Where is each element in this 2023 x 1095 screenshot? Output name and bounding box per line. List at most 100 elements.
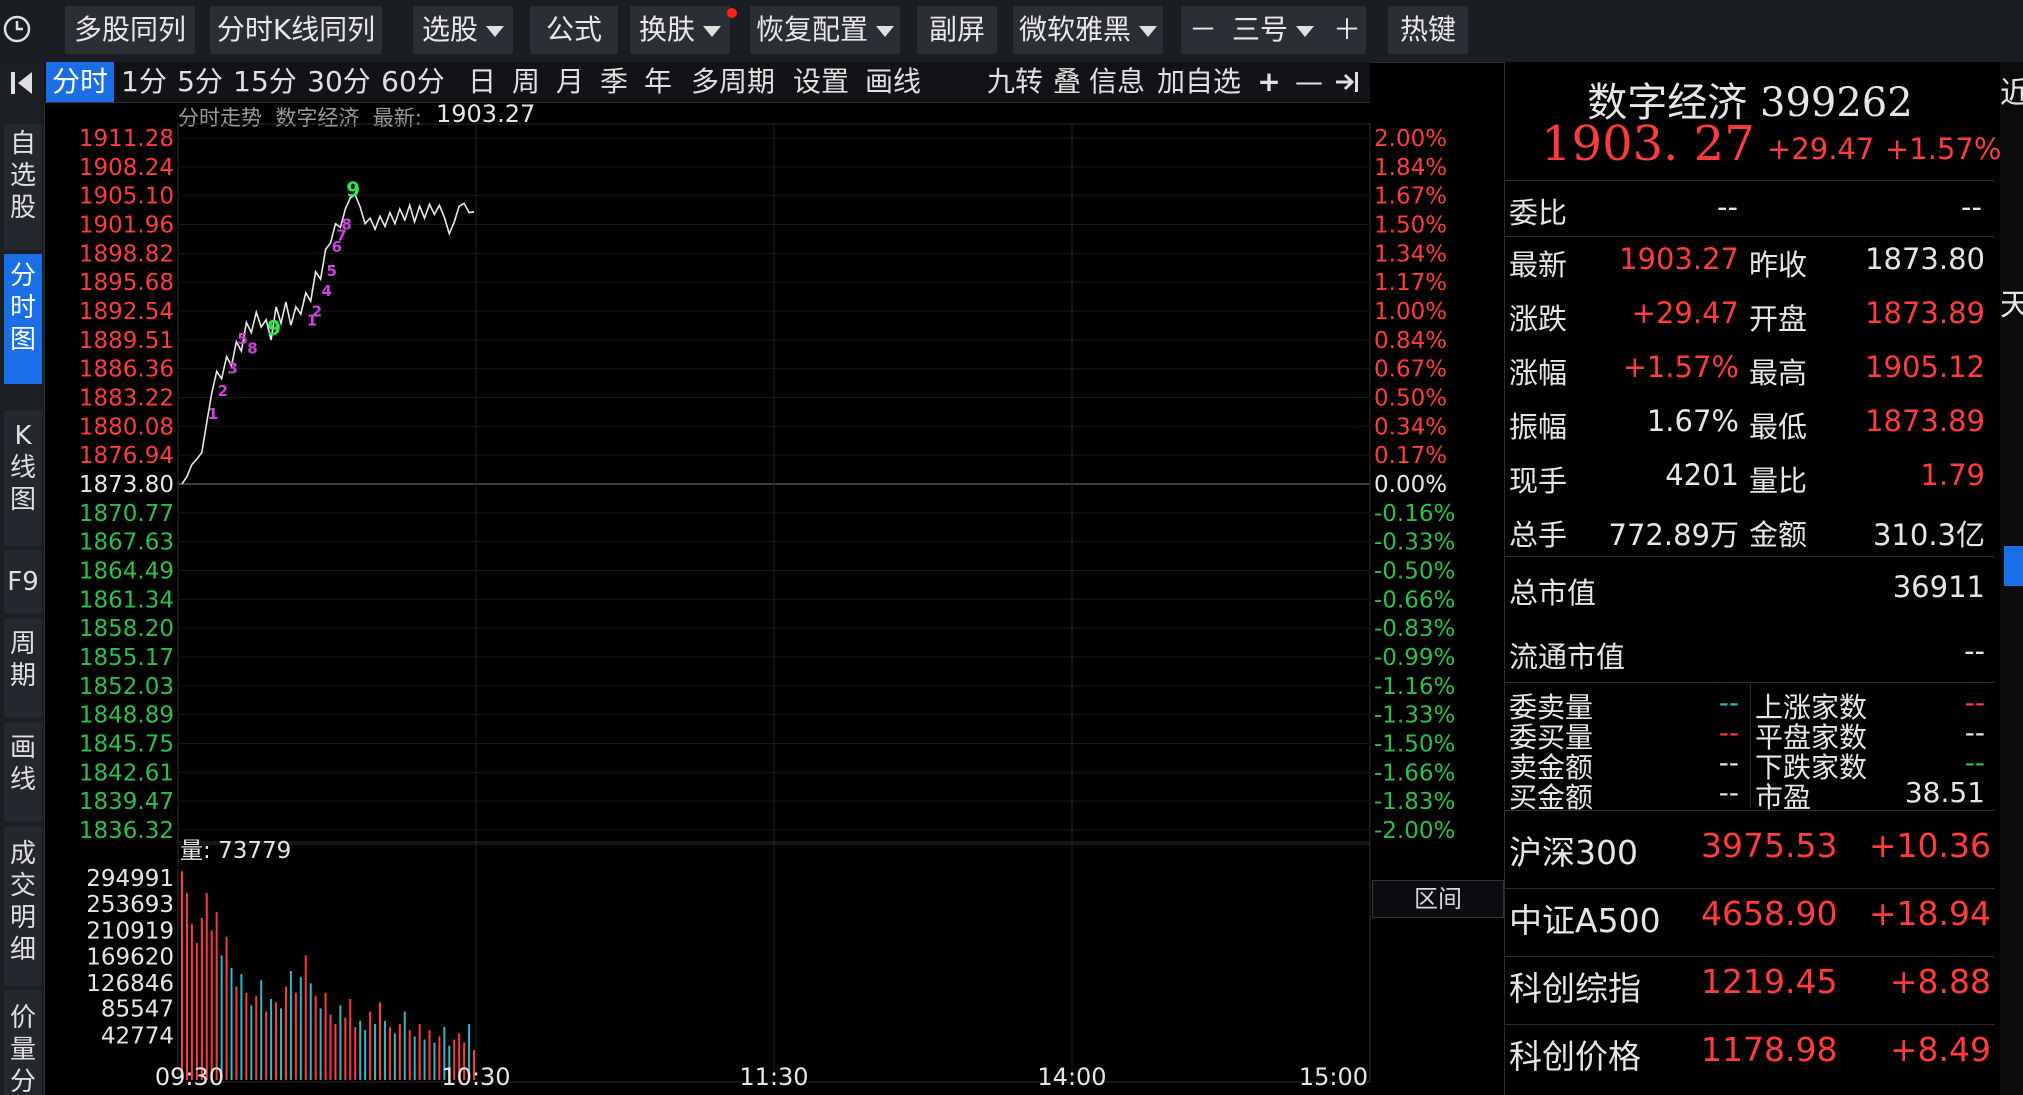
restore-config-dropdown[interactable]: 恢复配置 <box>750 6 900 54</box>
notification-dot <box>727 8 737 18</box>
price-tick-label: 1848.89 <box>79 703 174 729</box>
volume-tick-label: 253693 <box>86 892 174 918</box>
price-tick-label: 1839.47 <box>79 789 174 815</box>
breadth-row-value: -- <box>1964 716 1985 749</box>
range-button[interactable]: 区间 <box>1372 880 1504 918</box>
stock-price: 1903. 27 <box>1541 116 1755 172</box>
nine-turn-mark: 5 <box>327 262 337 280</box>
hotkey-button[interactable]: 热键 <box>1388 6 1468 54</box>
timeshare-kline-button[interactable]: 分时K线同列 <box>210 6 382 54</box>
chevron-down-icon <box>703 25 721 37</box>
font-size-label: 三号 <box>1232 13 1289 46</box>
clock-icon[interactable] <box>2 12 36 46</box>
collapse-panel-icon[interactable] <box>1332 67 1362 97</box>
info-button[interactable]: 信息 <box>1086 62 1148 102</box>
price-tick-label: 1908.24 <box>79 155 174 181</box>
float-cap-label: 流通市值 <box>1509 640 1626 674</box>
tab-day[interactable]: 日 <box>464 62 500 102</box>
divider <box>1505 682 1995 683</box>
formula-button[interactable]: 公式 <box>530 6 618 54</box>
tab-multi-period[interactable]: 多周期 <box>688 62 778 102</box>
nine-turn-mark: 3 <box>228 360 238 378</box>
pct-tick-label: -1.83% <box>1374 789 1455 815</box>
nine-turn-button[interactable]: 九转 <box>984 62 1046 102</box>
index-price: 4658.90 <box>1701 894 1838 933</box>
quote-row-value: 1873.89 <box>1865 296 1985 330</box>
font-family-label: 微软雅黑 <box>1018 13 1131 46</box>
font-size-dropdown[interactable]: 三号 <box>1232 6 1315 54</box>
tab-draw[interactable]: 画线 <box>862 62 924 102</box>
sidebar-item-draw[interactable]: 画线 <box>4 722 42 822</box>
price-tick-label: 1901.96 <box>79 213 174 239</box>
chevron-down-icon <box>1139 25 1157 37</box>
nine-turn-mark: 9 <box>346 177 360 201</box>
pct-tick-label: 0.17% <box>1374 443 1447 469</box>
chart-canvas[interactable]: 1911.28 2.00% 1908.24 1.84% 1905.10 1.67% 1901… <box>44 102 1504 1095</box>
tab-1min[interactable]: 1分 <box>118 62 170 102</box>
chevron-down-icon <box>486 25 504 37</box>
price-tick-label: 1898.82 <box>79 241 174 267</box>
nine-turn-mark: 5 <box>237 330 247 348</box>
tab-5min[interactable]: 5分 <box>174 62 226 102</box>
pct-tick-label: 1.84% <box>1374 155 1447 181</box>
tab-60min[interactable]: 60分 <box>378 62 448 102</box>
sidebar-item-f9[interactable]: F9 <box>4 550 42 614</box>
price-tick-label: 1842.61 <box>79 760 174 786</box>
period-tabs: 分时 1分 5分 15分 30分 60分 日 周 月 季 年 多周期 设置 画线… <box>44 62 1370 103</box>
zoom-in-button[interactable]: + <box>1252 62 1286 102</box>
first-page-icon[interactable] <box>6 68 38 98</box>
price-tick-label: 1876.94 <box>79 443 174 469</box>
divider <box>1505 556 1995 557</box>
tab-quarter[interactable]: 季 <box>596 62 632 102</box>
tab-week[interactable]: 周 <box>508 62 544 102</box>
nine-turn-mark: 2 <box>218 382 228 400</box>
skin-dropdown[interactable]: 换肤 <box>630 6 730 54</box>
price-tick-label: 1852.03 <box>79 674 174 700</box>
tab-month[interactable]: 月 <box>552 62 588 102</box>
multi-stock-button[interactable]: 多股同列 <box>65 6 195 54</box>
pct-tick-label: -0.83% <box>1374 616 1455 642</box>
nine-turn-mark: 9 <box>267 316 281 340</box>
add-watchlist-button[interactable]: 加自选 <box>1152 62 1246 102</box>
overlay-button[interactable]: 叠 <box>1050 62 1084 102</box>
float-cap-value: -- <box>1964 634 1985 668</box>
index-change: +10.36 <box>1868 826 1991 865</box>
price-tick-label: 1895.68 <box>79 270 174 296</box>
weibi-value-1: -- <box>1717 190 1738 224</box>
price-tick-label: 1858.20 <box>79 616 174 642</box>
tab-timeshare[interactable]: 分时 <box>46 62 114 102</box>
quote-row-label: 涨跌 <box>1509 302 1568 336</box>
time-tick-label: 11:30 <box>739 1063 808 1091</box>
divider <box>1750 684 1751 808</box>
quote-row-label: 金额 <box>1749 518 1808 552</box>
sidebar-item-price-volume[interactable]: 价量分 <box>4 990 42 1095</box>
zoom-out-button[interactable]: — <box>1292 62 1326 102</box>
sidebar-item-trade-detail[interactable]: 成交明细 <box>4 826 42 986</box>
sidebar-item-period[interactable]: 周期 <box>4 618 42 718</box>
nine-turn-mark: 8 <box>341 216 351 234</box>
breadth-row-value: -- <box>1718 776 1739 809</box>
stock-picker-dropdown[interactable]: 选股 <box>413 6 513 54</box>
sidebar-item-timeshare[interactable]: 分时图 <box>4 254 42 384</box>
font-family-dropdown[interactable]: 微软雅黑 <box>1013 6 1163 54</box>
skin-label: 换肤 <box>638 13 695 46</box>
font-size-increase-button[interactable]: ＋ <box>1330 6 1364 54</box>
adjacent-text: 天 <box>2000 288 2023 323</box>
quote-row-label: 涨幅 <box>1509 356 1568 390</box>
scroll-thumb[interactable] <box>2004 546 2023 586</box>
stock-code: 399262 <box>1760 80 1913 126</box>
sidebar-item-kline[interactable]: K线图 <box>4 410 42 546</box>
index-change: +8.49 <box>1889 1030 1991 1069</box>
tab-30min[interactable]: 30分 <box>304 62 374 102</box>
sidebar-item-watchlist[interactable]: 自选股 <box>4 124 42 250</box>
font-size-decrease-button[interactable]: － <box>1186 6 1220 54</box>
price-tick-label: 1864.49 <box>79 559 174 585</box>
volume-tick-label: 42774 <box>101 1023 174 1049</box>
tab-year[interactable]: 年 <box>640 62 676 102</box>
tab-15min[interactable]: 15分 <box>230 62 300 102</box>
tab-settings[interactable]: 设置 <box>790 62 852 102</box>
pct-tick-label: -1.16% <box>1374 674 1455 700</box>
volume-tick-label: 169620 <box>86 944 174 970</box>
second-screen-button[interactable]: 副屏 <box>917 6 997 54</box>
breadth-row-value: -- <box>1964 686 1985 719</box>
